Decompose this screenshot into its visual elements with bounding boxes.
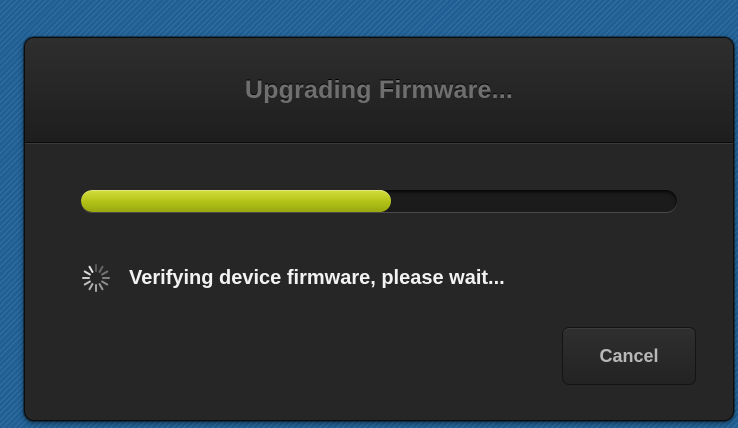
dialog-header: Upgrading Firmware... [25,38,733,143]
dialog-title: Upgrading Firmware... [244,75,514,104]
progress-bar [81,190,677,212]
spinner-tick [83,270,91,276]
spinner-tick [98,283,104,291]
progress-bar-fill [81,190,391,212]
firmware-upgrade-dialog: Upgrading Firmware... Verifying device f… [24,37,734,421]
spinner-tick [88,283,94,291]
spinner-tick [98,265,104,273]
spinner-tick [83,280,91,286]
status-message: Verifying device firmware, please wait..… [129,266,505,289]
cancel-button[interactable]: Cancel [562,327,696,385]
spinner-tick [88,265,94,273]
spinner-tick [101,270,109,276]
spinner-tick [101,280,109,286]
spinner-icon [82,264,110,292]
status-row: Verifying device firmware, please wait..… [81,260,505,296]
